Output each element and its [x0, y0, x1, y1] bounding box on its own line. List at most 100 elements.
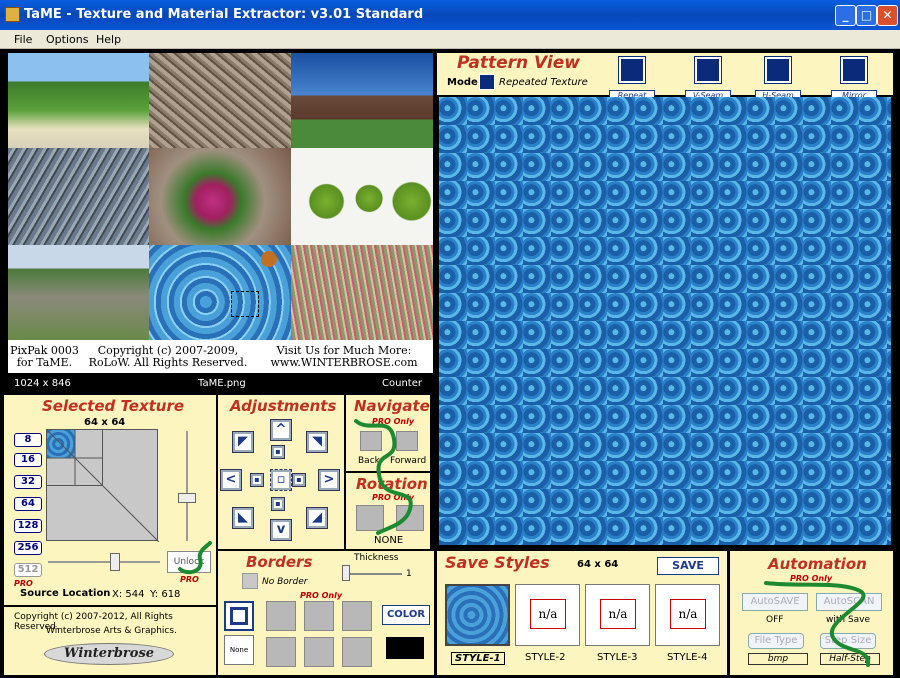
size-512-button[interactable]: 512: [14, 563, 42, 577]
vertical-slider-thumb[interactable]: [178, 493, 196, 503]
unlock-pro: PRO: [180, 575, 199, 584]
pattern-view-title: Pattern View: [457, 53, 580, 73]
caption-copyright: Copyright (c) 2007-2009, RoLoW. All Righ…: [83, 342, 253, 372]
pattern-preview[interactable]: [439, 97, 891, 545]
step-size-button[interactable]: Step Size: [820, 633, 876, 649]
source-image[interactable]: PixPak 0003 for TaME. Copyright (c) 2007…: [8, 53, 433, 373]
texture-size-label: 64 x 64: [84, 417, 126, 428]
caption-pixpak: PixPak 0003 for TaME.: [8, 342, 81, 372]
autoscan-button[interactable]: AutoSCAN: [816, 593, 882, 611]
border-style-solid-button[interactable]: [224, 601, 254, 631]
move-up-right-button[interactable]: ◥: [306, 431, 328, 453]
size-128-button[interactable]: 128: [14, 519, 42, 533]
mirror-icon[interactable]: [841, 57, 867, 83]
style-2-label[interactable]: STYLE-2: [525, 652, 565, 663]
size-64-button[interactable]: 64: [14, 497, 42, 511]
close-button[interactable]: ✕: [877, 5, 898, 26]
file-type-button[interactable]: File Type: [748, 633, 804, 649]
border-color-swatch[interactable]: [386, 637, 424, 659]
move-down-left-button[interactable]: ◣: [232, 507, 254, 529]
thickness-label: Thickness: [354, 553, 399, 563]
back-button[interactable]: [360, 431, 382, 451]
autosave-button[interactable]: AutoSAVE: [742, 593, 808, 611]
rotate-left-button[interactable]: [356, 505, 384, 531]
nudge-down-button[interactable]: ▪: [271, 497, 285, 511]
border-none-button[interactable]: None: [224, 635, 254, 665]
style-2-preview[interactable]: n/a: [515, 584, 580, 646]
photo-slate: [8, 148, 149, 245]
photo-grass: [291, 245, 433, 340]
style-3-preview[interactable]: n/a: [585, 584, 650, 646]
move-up-left-button[interactable]: ◤: [232, 431, 254, 453]
winterbrose-logo[interactable]: Winterbrose: [44, 643, 174, 665]
texture-preview[interactable]: [46, 429, 159, 542]
mode-value: Repeated Texture: [499, 77, 588, 88]
autosave-state: OFF: [766, 615, 784, 625]
automation-panel: Automation PRO Only AutoSAVE AutoSCAN OF…: [730, 551, 893, 675]
size-32-button[interactable]: 32: [14, 475, 42, 489]
size-512-pro: PRO: [14, 579, 33, 588]
move-down-button[interactable]: v: [270, 519, 292, 541]
vertical-slider-track: [186, 431, 188, 541]
nudge-right-button[interactable]: ▪: [292, 473, 306, 487]
move-left-button[interactable]: <: [220, 469, 242, 491]
style-1-label[interactable]: STYLE-1: [451, 652, 505, 665]
source-location-x: X: 544: [112, 589, 145, 600]
h-seam-icon[interactable]: [765, 57, 791, 83]
nudge-up-button[interactable]: ▪: [271, 445, 285, 459]
save-styles-panel: Save Styles 64 x 64 SAVE n/a n/a n/a STY…: [437, 551, 727, 675]
no-border-label: No Border: [262, 577, 308, 587]
repeat-icon[interactable]: [619, 57, 645, 83]
borders-panel: Borders Thickness 1 No Border PRO Only N…: [218, 551, 434, 675]
unlock-button[interactable]: Unlock: [167, 551, 211, 573]
nudge-left-button[interactable]: ▪: [250, 473, 264, 487]
source-info-bar: 1024 x 846 TaME.png Counter: [8, 375, 433, 393]
save-size-label: 64 x 64: [577, 559, 619, 570]
menu-help[interactable]: Help: [96, 33, 121, 46]
thickness-value: 1: [406, 569, 412, 579]
menu-bar: File Options Help: [0, 30, 900, 49]
thickness-slider-thumb[interactable]: [342, 565, 350, 581]
photo-wall: [8, 245, 149, 340]
size-8-button[interactable]: 8: [14, 433, 42, 447]
horizontal-slider-thumb[interactable]: [110, 553, 120, 571]
border-style-6-button[interactable]: [304, 637, 334, 667]
app-icon[interactable]: [5, 7, 20, 22]
move-down-right-button[interactable]: ◢: [306, 507, 328, 529]
border-style-4-button[interactable]: [342, 601, 372, 631]
source-location-label: Source Location: [20, 588, 111, 599]
minimize-button[interactable]: _: [835, 5, 856, 26]
footer-company: Winterbrose Arts & Graphics.: [46, 626, 177, 636]
border-style-7-button[interactable]: [342, 637, 372, 667]
border-style-3-button[interactable]: [304, 601, 334, 631]
move-up-button[interactable]: ^: [270, 419, 292, 441]
maximize-button[interactable]: □: [856, 5, 877, 26]
v-seam-icon[interactable]: [695, 57, 721, 83]
main-area: PixPak 0003 for TaME. Copyright (c) 2007…: [0, 49, 900, 678]
source-filename: TaME.png: [198, 378, 246, 389]
mode-label: Mode: [447, 77, 478, 88]
selection-marker[interactable]: [231, 291, 259, 317]
save-button[interactable]: SAVE: [657, 557, 719, 575]
style-3-label[interactable]: STYLE-3: [597, 652, 637, 663]
color-button[interactable]: COLOR: [382, 605, 430, 625]
center-button[interactable]: ▫: [270, 469, 292, 491]
size-256-button[interactable]: 256: [14, 541, 42, 555]
style-4-label[interactable]: STYLE-4: [667, 652, 707, 663]
forward-button[interactable]: [396, 431, 418, 451]
menu-file[interactable]: File: [14, 33, 32, 46]
back-label: Back: [358, 456, 380, 466]
border-style-2-button[interactable]: [266, 601, 296, 631]
navigate-title: Navigate: [354, 397, 430, 415]
borders-title: Borders: [246, 553, 313, 571]
move-right-button[interactable]: >: [318, 469, 340, 491]
navigate-pro: PRO Only: [372, 417, 415, 426]
rotate-right-button[interactable]: [396, 505, 424, 531]
no-border-swatch[interactable]: [242, 573, 258, 589]
border-style-5-button[interactable]: [266, 637, 296, 667]
menu-options[interactable]: Options: [46, 33, 88, 46]
style-1-preview[interactable]: [445, 584, 510, 646]
style-4-preview[interactable]: n/a: [655, 584, 720, 646]
size-16-button[interactable]: 16: [14, 453, 42, 467]
thickness-slider-track: [342, 573, 402, 575]
